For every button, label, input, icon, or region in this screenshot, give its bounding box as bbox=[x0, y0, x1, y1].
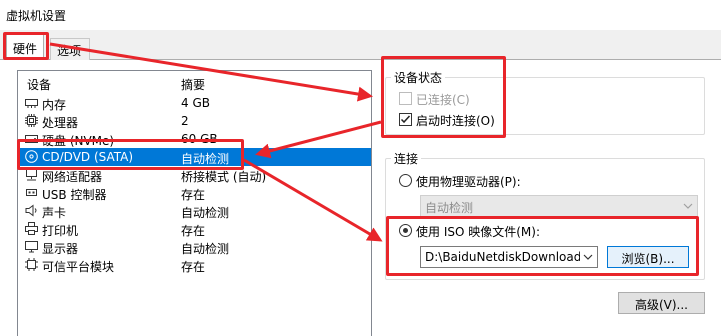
column-header-summary[interactable]: 摘要 bbox=[181, 76, 205, 93]
chevron-down-icon bbox=[583, 251, 593, 261]
device-summary: 自动检测 bbox=[181, 242, 230, 256]
memory-icon bbox=[25, 96, 38, 109]
tpm-icon bbox=[25, 258, 38, 271]
connect-at-power-on-checkbox[interactable] bbox=[399, 113, 412, 126]
device-name: 处理器 bbox=[42, 116, 79, 130]
device-status-legend: 设备状态 bbox=[391, 69, 446, 86]
device-name: 可信平台模块 bbox=[42, 260, 115, 274]
device-summary: 自动检测 bbox=[181, 152, 230, 166]
device-name: 声卡 bbox=[42, 206, 67, 220]
device-row-display[interactable]: 显示器 自动检测 bbox=[18, 238, 371, 256]
device-summary: 自动检测 bbox=[181, 206, 230, 220]
checkmark-icon bbox=[400, 115, 411, 124]
device-name: 网络适配器 bbox=[42, 170, 103, 184]
device-name: USB 控制器 bbox=[42, 188, 107, 202]
radio-selected-dot bbox=[403, 228, 408, 233]
device-row-network-adapter[interactable]: 网络适配器 桥接模式 (自动) bbox=[18, 166, 371, 184]
device-name: CD/DVD (SATA) bbox=[42, 150, 134, 164]
device-row-tpm[interactable]: 可信平台模块 存在 bbox=[18, 256, 371, 274]
device-row-memory[interactable]: 内存 4 GB bbox=[18, 94, 371, 112]
device-list-header: 设备 摘要 bbox=[18, 71, 371, 93]
network-adapter-icon bbox=[25, 168, 38, 181]
device-summary: 60 GB bbox=[181, 132, 218, 146]
device-row-processor[interactable]: 处理器 2 bbox=[18, 112, 371, 130]
device-name: 打印机 bbox=[42, 224, 79, 238]
connect-at-power-on-label: 启动时连接(O) bbox=[416, 114, 495, 128]
device-summary: 4 GB bbox=[181, 96, 210, 110]
device-row-printer[interactable]: 打印机 存在 bbox=[18, 220, 371, 238]
device-name: 硬盘 (NVMe) bbox=[42, 134, 115, 148]
sound-card-icon bbox=[25, 204, 38, 217]
device-list[interactable]: 设备 摘要 内存 4 GB 处理器 2 硬盘 (NVMe) 60 GB CD/D… bbox=[17, 70, 372, 336]
physical-drive-radio[interactable] bbox=[399, 174, 412, 187]
processor-icon bbox=[25, 114, 38, 127]
device-summary: 存在 bbox=[181, 188, 206, 202]
device-summary: 桥接模式 (自动) bbox=[181, 170, 267, 184]
iso-image-radio[interactable] bbox=[399, 224, 412, 237]
device-summary: 存在 bbox=[181, 260, 206, 274]
usb-icon bbox=[25, 186, 38, 199]
connected-checkbox[interactable] bbox=[399, 92, 412, 105]
device-row-hard-disk[interactable]: 硬盘 (NVMe) 60 GB bbox=[18, 130, 371, 148]
iso-path-value: D:\BaiduNetdiskDownload\zh bbox=[425, 250, 580, 264]
physical-drive-value: 自动检测 bbox=[425, 201, 474, 215]
chevron-down-icon bbox=[683, 200, 693, 210]
cd-dvd-icon bbox=[25, 150, 38, 163]
device-summary: 2 bbox=[181, 114, 189, 128]
connection-legend: 连接 bbox=[391, 150, 422, 167]
device-row-sound-card[interactable]: 声卡 自动检测 bbox=[18, 202, 371, 220]
device-name: 内存 bbox=[42, 98, 67, 112]
physical-drive-select[interactable]: 自动检测 bbox=[420, 195, 698, 217]
device-row-cd-dvd[interactable]: CD/DVD (SATA) 自动检测 bbox=[18, 148, 371, 166]
physical-drive-label: 使用物理驱动器(P): bbox=[416, 175, 521, 189]
advanced-button[interactable]: 高级(V)... bbox=[618, 292, 705, 314]
window-title: 虚拟机设置 bbox=[6, 9, 67, 23]
iso-path-combobox[interactable]: D:\BaiduNetdiskDownload\zh bbox=[420, 246, 598, 268]
display-icon bbox=[25, 240, 38, 253]
browse-button[interactable]: 浏览(B)... bbox=[607, 246, 689, 268]
device-name: 显示器 bbox=[42, 242, 79, 256]
device-row-usb-controller[interactable]: USB 控制器 存在 bbox=[18, 184, 371, 202]
title-bar: 虚拟机设置 bbox=[0, 0, 721, 30]
connected-label: 已连接(C) bbox=[416, 93, 470, 107]
column-header-device[interactable]: 设备 bbox=[27, 76, 51, 93]
tab-options[interactable]: 选项 bbox=[50, 38, 90, 60]
iso-image-label: 使用 ISO 映像文件(M): bbox=[416, 225, 540, 239]
tab-hardware[interactable]: 硬件 bbox=[6, 34, 45, 60]
hard-disk-icon bbox=[25, 132, 38, 145]
device-summary: 存在 bbox=[181, 224, 206, 238]
printer-icon bbox=[25, 222, 38, 235]
